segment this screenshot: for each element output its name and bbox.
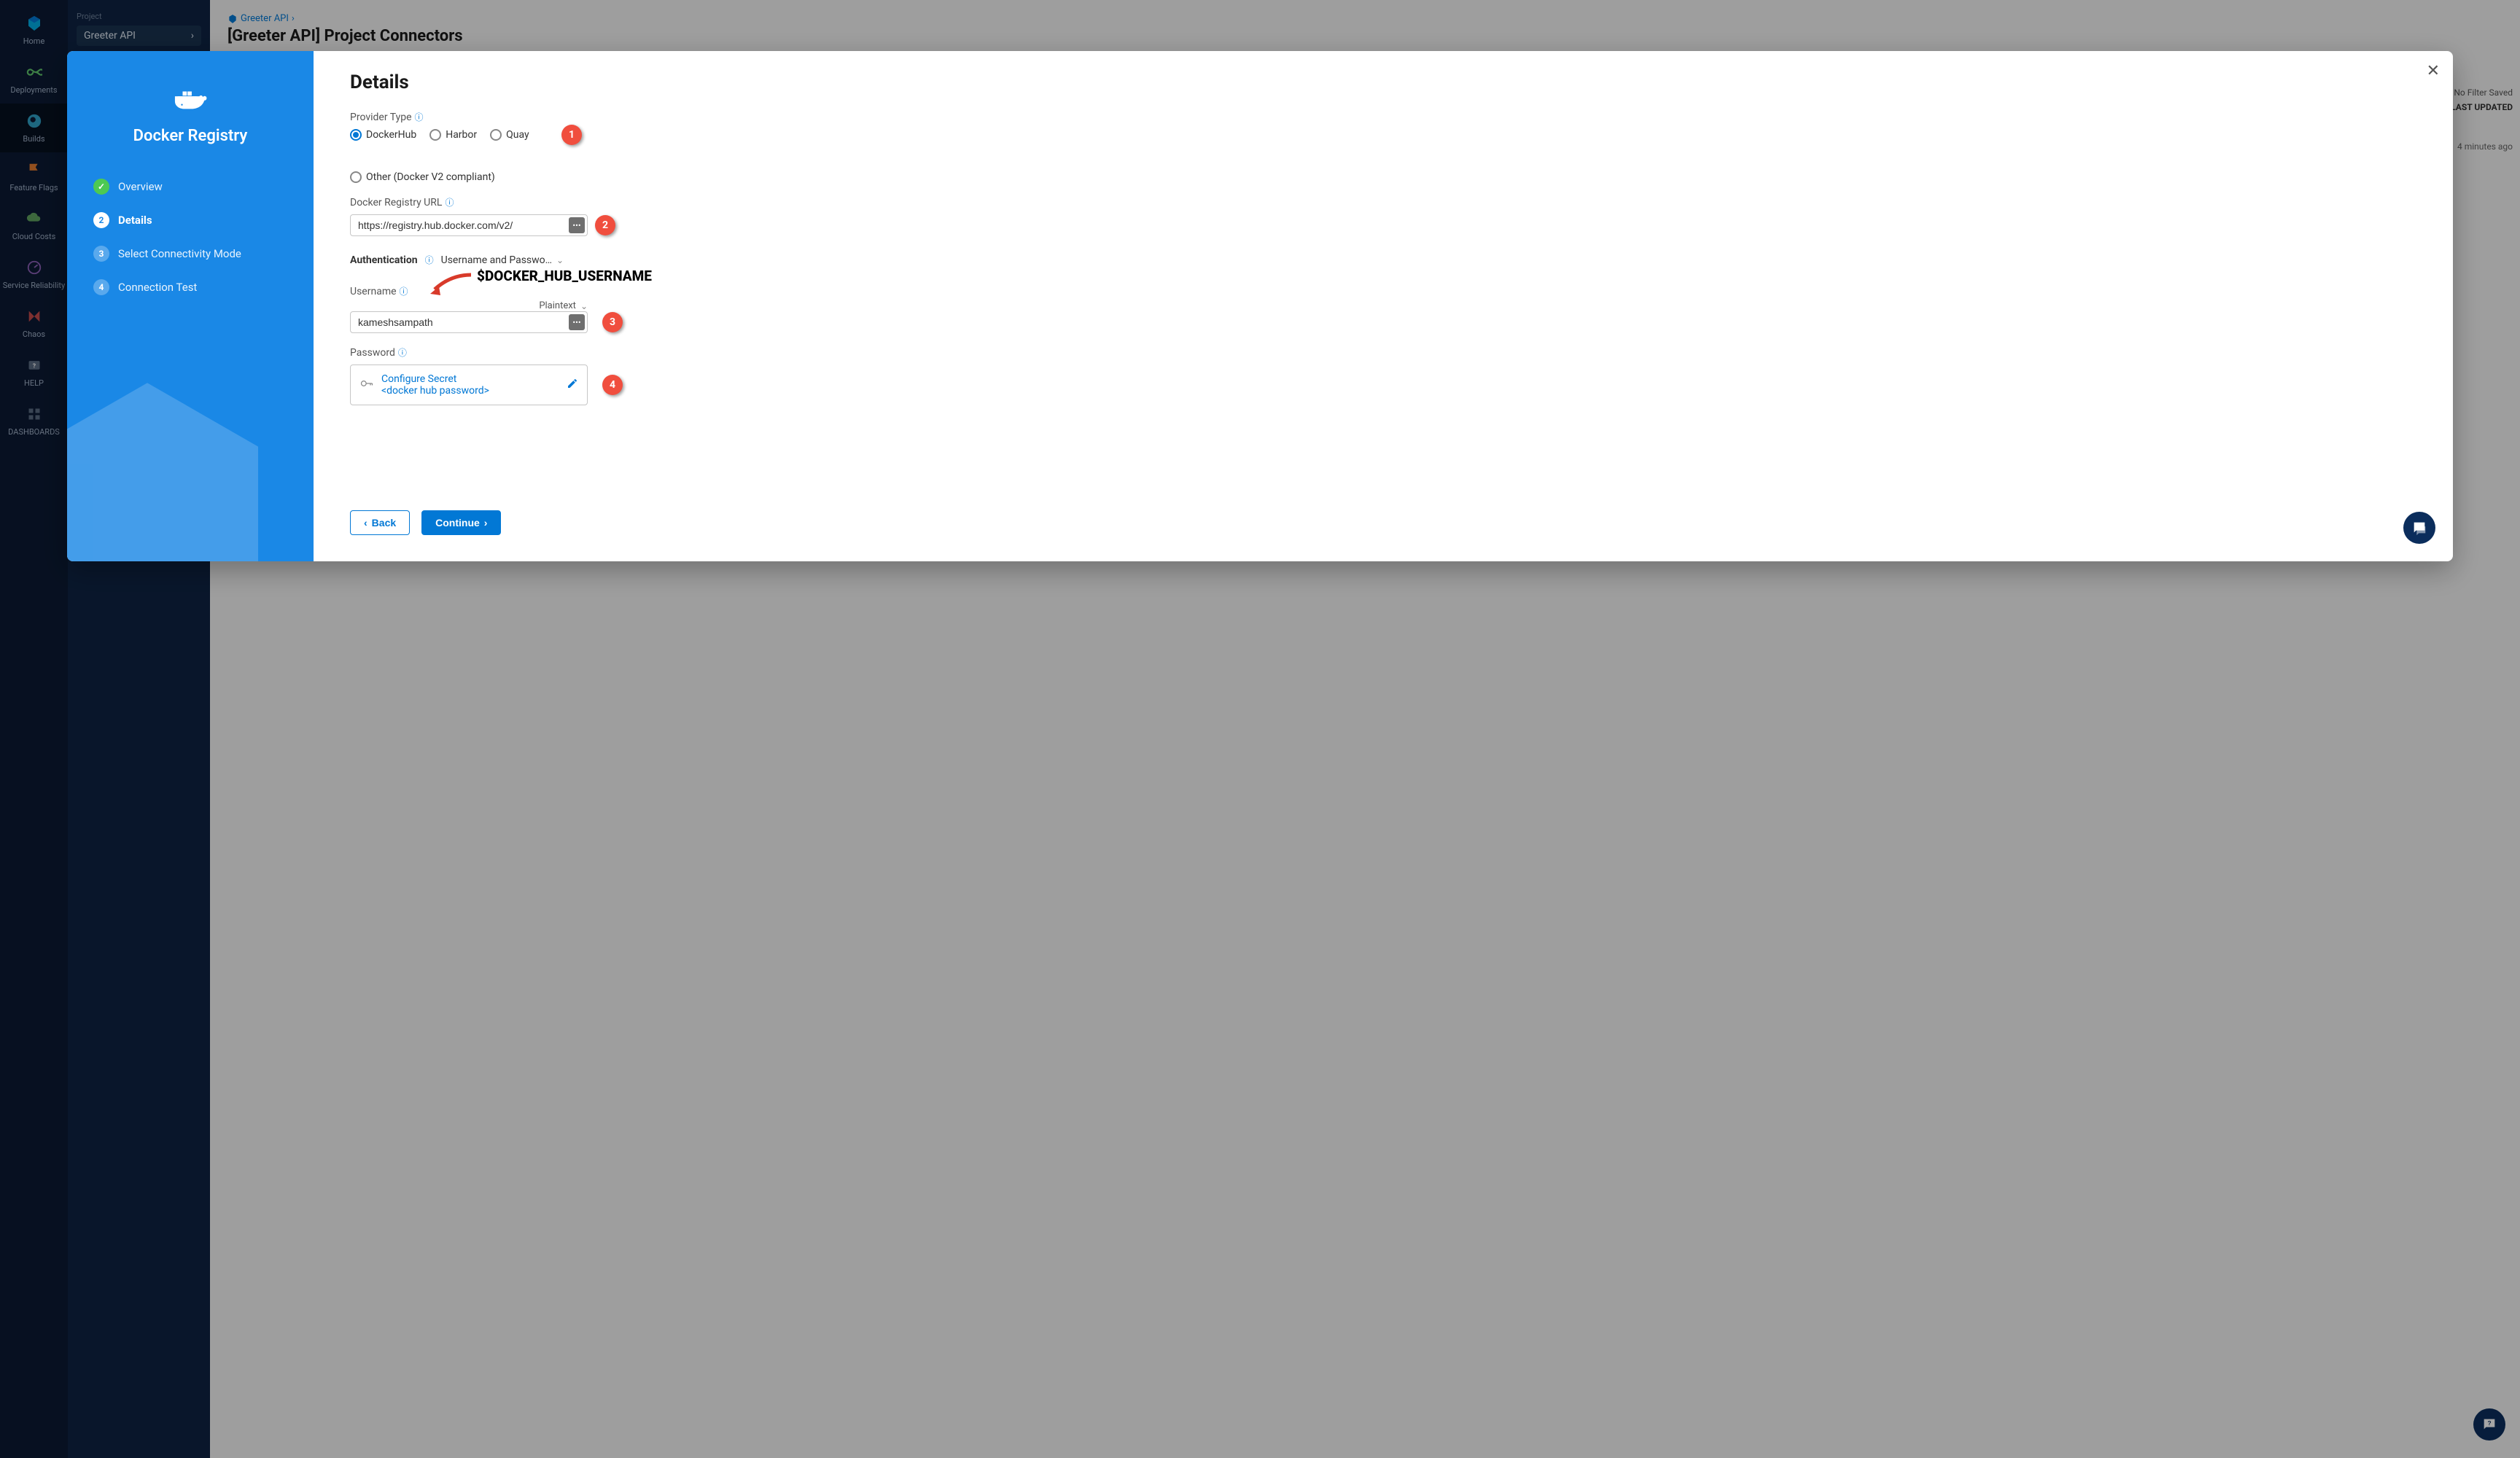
step-number: 4	[93, 279, 109, 295]
annotation-badge-3: 3	[602, 312, 623, 332]
docker-icon	[174, 86, 207, 115]
radio-quay[interactable]: Quay	[490, 129, 529, 141]
step-connectivity[interactable]: 3 Select Connectivity Mode	[90, 237, 296, 270]
username-label: Username ⓘ	[350, 285, 408, 297]
arrow-icon	[429, 272, 472, 297]
info-icon[interactable]: ⓘ	[415, 111, 424, 123]
continue-button[interactable]: Continue ›	[421, 510, 501, 535]
modal-right-panel: ✕ Details Provider Type ⓘ DockerHub Harb…	[314, 51, 2453, 561]
password-secret-box[interactable]: Configure Secret <docker hub password>	[350, 364, 588, 405]
password-label: Password ⓘ	[350, 346, 2416, 359]
step-overview[interactable]: ✓ Overview	[90, 170, 296, 203]
chevron-left-icon: ‹	[364, 517, 368, 529]
radio-other[interactable]: Other (Docker V2 compliant)	[350, 171, 495, 183]
back-button[interactable]: ‹ Back	[350, 510, 410, 535]
radio-harbor[interactable]: Harbor	[429, 129, 477, 141]
chat-icon	[2411, 520, 2427, 536]
username-type-select[interactable]: Plaintext ⌄	[539, 300, 588, 311]
step-details[interactable]: 2 Details	[90, 203, 296, 237]
auth-label: Authentication	[350, 254, 418, 266]
secret-name: <docker hub password>	[381, 385, 559, 397]
edit-icon[interactable]	[567, 378, 578, 392]
annotation-badge-1: 1	[561, 125, 582, 145]
close-icon: ✕	[2427, 61, 2440, 79]
annotation-text: $DOCKER_HUB_USERNAME	[477, 268, 652, 284]
step-number: 2	[93, 212, 109, 228]
details-heading: Details	[350, 71, 2416, 93]
secret-title: Configure Secret	[381, 373, 559, 385]
provider-type-label: Provider Type ⓘ	[350, 111, 2416, 123]
chevron-down-icon: ⌄	[556, 255, 564, 265]
step-connection-test[interactable]: 4 Connection Test	[90, 270, 296, 304]
modal-footer: ‹ Back Continue ›	[350, 510, 2416, 541]
info-icon[interactable]: ⓘ	[398, 346, 407, 359]
info-icon[interactable]: ⓘ	[445, 196, 454, 208]
auth-type-select[interactable]: Username and Passwo… ⌄	[441, 254, 564, 266]
background-hexagon-icon	[67, 372, 286, 561]
chevron-down-icon: ⌄	[580, 301, 588, 311]
annotation-badge-2: 2	[595, 215, 615, 235]
modal-left-title: Docker Registry	[133, 127, 248, 145]
annotation-badge-4: 4	[602, 375, 623, 395]
info-icon[interactable]: ⓘ	[425, 254, 434, 266]
radio-dockerhub[interactable]: DockerHub	[350, 129, 416, 141]
registry-url-label: Docker Registry URL ⓘ	[350, 196, 2416, 208]
step-number: 3	[93, 246, 109, 262]
info-icon[interactable]: ⓘ	[400, 285, 408, 297]
key-icon	[359, 376, 374, 394]
input-expression-button[interactable]: •••	[569, 314, 585, 330]
username-input[interactable]	[350, 311, 588, 333]
connector-modal: Docker Registry ✓ Overview 2 Details 3 S…	[67, 51, 2453, 561]
chat-button-modal[interactable]	[2403, 512, 2435, 544]
chevron-right-icon: ›	[484, 517, 488, 529]
input-expression-button[interactable]: •••	[569, 217, 585, 233]
provider-type-radio-group: DockerHub Harbor Quay Other (Docker V2 c…	[350, 129, 2416, 183]
modal-left-panel: Docker Registry ✓ Overview 2 Details 3 S…	[67, 51, 314, 561]
registry-url-input[interactable]	[350, 214, 588, 236]
close-button[interactable]: ✕	[2427, 61, 2440, 80]
step-list: ✓ Overview 2 Details 3 Select Connectivi…	[85, 170, 296, 304]
check-icon: ✓	[93, 179, 109, 195]
